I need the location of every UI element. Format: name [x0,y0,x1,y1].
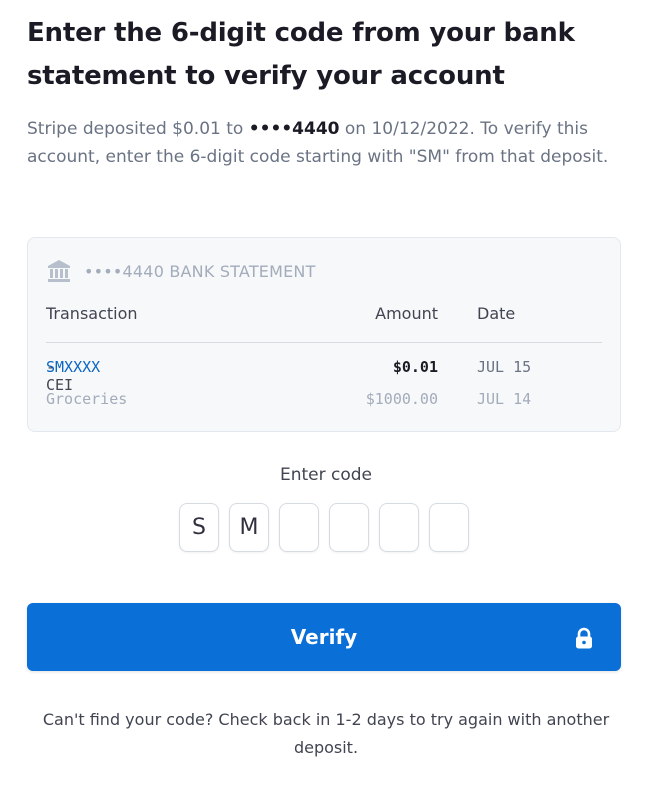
code-digit-1[interactable]: S [179,503,219,552]
footer-help-text: Can't find your code? Check back in 1-2 … [42,710,610,757]
description: Stripe deposited $0.01 to ••••4440 on 10… [27,115,617,171]
statement-divider [46,342,602,343]
column-date: Date [477,304,516,323]
page-title: Enter the 6-digit code from your bank st… [27,18,575,91]
statement-row: SMXXXX -CEI $0.01 JUL 15 [46,358,602,394]
code-digit-6[interactable] [429,503,469,552]
statement-column-headers: Transaction Amount Date [46,304,602,326]
bank-statement-card: ••••4440 BANK STATEMENT Transaction Amou… [27,237,621,432]
lock-icon [576,627,592,649]
transaction-description: Groceries [46,390,128,408]
code-digit-2[interactable]: M [229,503,269,552]
transaction-amount: $0.01 [392,358,438,376]
code-input-group: S M [179,503,469,552]
code-digit-4[interactable] [329,503,369,552]
column-amount: Amount [375,304,438,323]
verify-button-label: Verify [290,625,358,649]
account-mask: ••••4440 [248,119,340,139]
statement-title: ••••4440 BANK STATEMENT [84,261,316,281]
code-digit-5[interactable] [379,503,419,552]
column-transaction: Transaction [46,304,138,323]
verify-account-page: Enter the 6-digit code from your bank st… [0,0,652,798]
verify-button[interactable]: Verify [27,603,621,671]
transaction-date: JUL 15 [477,358,532,376]
enter-code-label: Enter code [279,465,373,485]
description-prefix: Stripe deposited $0.01 to [27,119,249,139]
transaction-date: JUL 14 [477,390,532,408]
bank-icon [48,260,70,282]
statement-header: ••••4440 BANK STATEMENT [46,258,316,284]
transaction-amount: $1000.00 [365,390,438,408]
code-digit-3[interactable] [279,503,319,552]
transaction-code-rest: -CEI [46,358,74,394]
statement-row: Groceries $1000.00 JUL 14 [46,390,602,412]
